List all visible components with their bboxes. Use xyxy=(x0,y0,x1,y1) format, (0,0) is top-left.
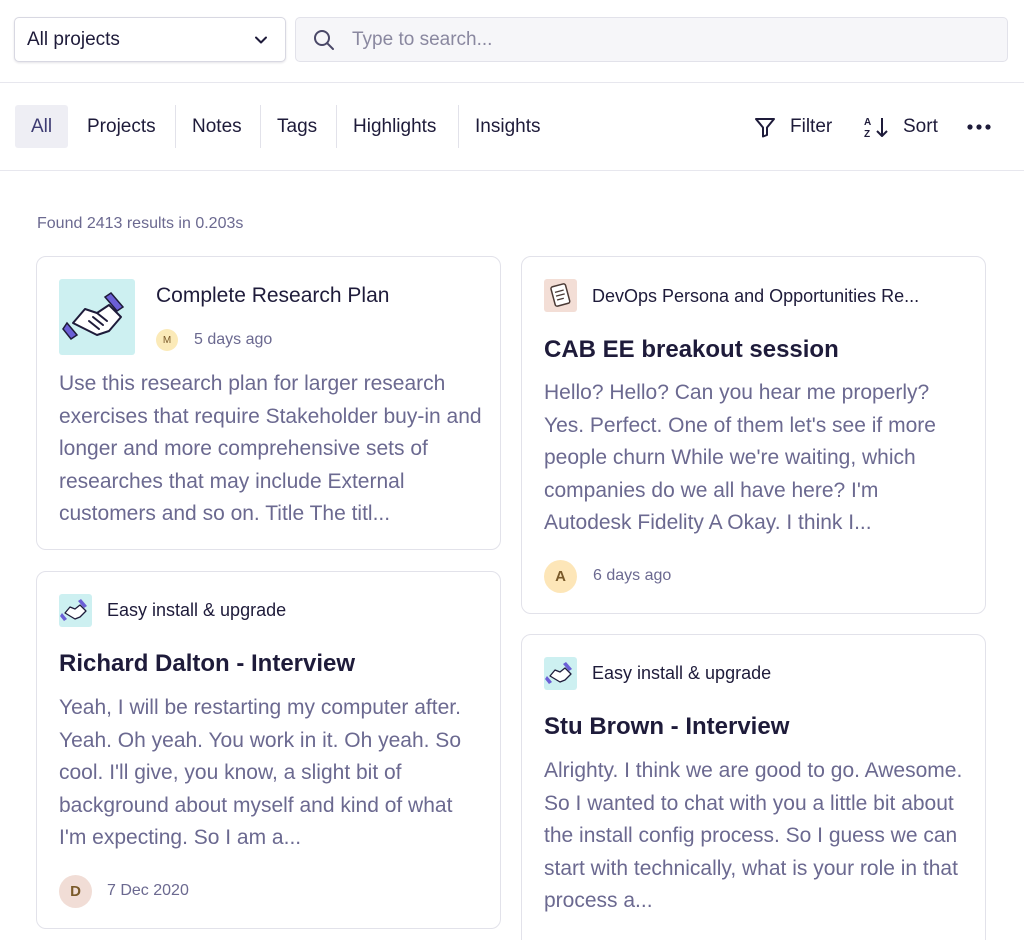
card-project: Easy install & upgrade xyxy=(107,600,287,620)
project-select-value: All projects xyxy=(27,28,120,50)
result-card[interactable]: Easy install & upgrade Stu Brown - Inter… xyxy=(521,634,986,940)
sort-button[interactable]: AZ Sort xyxy=(864,105,938,148)
card-excerpt: Yeah, I will be restarting my computer a… xyxy=(59,696,461,849)
tab-all[interactable]: All xyxy=(15,105,69,148)
filter-icon xyxy=(755,117,775,137)
avatar: A xyxy=(544,560,577,593)
card-excerpt: Alrighty. I think we are good to go. Awe… xyxy=(544,759,963,912)
result-card[interactable]: DevOps Persona and Opportunities Re... C… xyxy=(521,256,986,614)
tab-notes[interactable]: Notes xyxy=(176,105,258,148)
card-heading: CAB EE breakout session xyxy=(544,336,839,363)
chevron-down-icon xyxy=(255,36,267,43)
card-project: Easy install & upgrade xyxy=(592,663,772,683)
project-select[interactable]: All projects xyxy=(14,17,286,62)
search-icon xyxy=(314,29,334,50)
card-excerpt: Hello? Hello? Can you hear me properly? … xyxy=(544,381,936,534)
svg-text:Z: Z xyxy=(864,129,870,139)
tab-bar: All Projects Notes Tags Highlights Insig… xyxy=(0,83,1024,171)
tab-highlights[interactable]: Highlights xyxy=(337,105,452,148)
top-bar: All projects xyxy=(0,0,1024,83)
tab-projects[interactable]: Projects xyxy=(71,105,172,148)
sort-label: Sort xyxy=(903,115,938,137)
results-summary: Found 2413 results in 0.203s xyxy=(37,215,244,232)
handshake-icon xyxy=(544,657,577,690)
avatar: D xyxy=(59,875,92,908)
card-heading: Richard Dalton - Interview xyxy=(59,650,356,677)
avatar: M xyxy=(156,329,178,351)
svg-text:A: A xyxy=(864,117,871,128)
card-date: 6 days ago xyxy=(593,567,672,584)
result-card[interactable]: Easy install & upgrade Richard Dalton - … xyxy=(36,571,501,929)
handshake-icon xyxy=(59,594,92,627)
card-excerpt: Use this research plan for larger resear… xyxy=(59,372,482,525)
card-heading: Stu Brown - Interview xyxy=(544,713,790,740)
handshake-icon xyxy=(59,279,135,355)
card-title: Complete Research Plan xyxy=(156,284,390,307)
card-date: 5 days ago xyxy=(194,331,273,348)
document-icon xyxy=(544,279,577,312)
sort-az-icon: AZ xyxy=(864,117,888,139)
ellipsis-icon xyxy=(967,123,991,130)
tab-tags[interactable]: Tags xyxy=(261,105,333,148)
tab-insights[interactable]: Insights xyxy=(459,105,556,148)
search-box[interactable] xyxy=(295,17,1008,62)
filter-button[interactable]: Filter xyxy=(753,105,832,148)
card-project: DevOps Persona and Opportunities Re... xyxy=(592,286,920,306)
card-date: 7 Dec 2020 xyxy=(107,882,189,899)
filter-label: Filter xyxy=(790,115,833,137)
result-card[interactable]: Complete Research Plan M 5 days ago Use … xyxy=(36,256,501,550)
more-options-button[interactable] xyxy=(967,105,1004,148)
search-input[interactable] xyxy=(352,28,972,51)
